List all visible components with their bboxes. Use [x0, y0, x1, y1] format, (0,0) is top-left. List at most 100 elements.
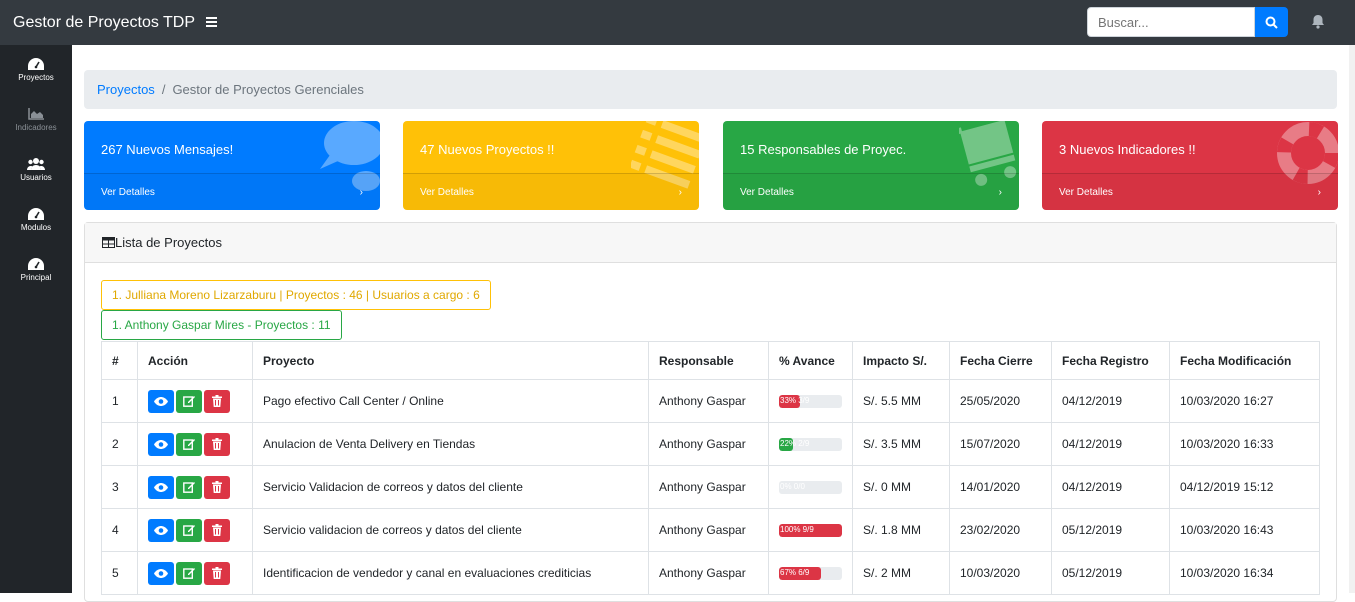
row-avance: 67% 6/9 — [768, 551, 853, 595]
view-button[interactable] — [148, 432, 174, 456]
row-proyecto: Identificacion de vendedor y canal en ev… — [252, 551, 649, 595]
area-chart-icon — [28, 108, 44, 120]
row-proyecto: Pago efectivo Call Center / Online — [252, 379, 649, 423]
delete-button[interactable] — [204, 432, 230, 456]
breadcrumb-link-proyectos[interactable]: Proyectos — [97, 82, 155, 97]
details-label: Ver Detalles — [420, 186, 474, 198]
tachometer-icon — [28, 258, 44, 270]
card-title: 15 Responsables de Proyec. — [740, 142, 907, 157]
projects-panel: Lista de Proyectos 1. Julliana Moreno Li… — [84, 222, 1337, 602]
projects-table: # Acción Proyecto Responsable % Avance I… — [101, 341, 1320, 595]
view-button[interactable] — [148, 389, 174, 413]
edit-button[interactable] — [176, 518, 202, 542]
row-avance: 33% 3/9 — [768, 379, 853, 423]
row-fecha-cierre: 25/05/2020 — [949, 379, 1052, 423]
delete-button[interactable] — [204, 389, 230, 413]
progress-label: 67% 6/9 — [780, 567, 810, 577]
row-avance: 0% 0/0 — [768, 465, 853, 509]
edit-button[interactable] — [176, 389, 202, 413]
card-proyectos: 47 Nuevos Proyectos !! Ver Detalles › — [403, 121, 699, 210]
progress-bar: 0% 0/0 — [779, 480, 842, 494]
row-impacto: S/. 0 MM — [852, 465, 950, 509]
trash-icon — [212, 481, 222, 493]
col-proyecto: Proyecto — [252, 341, 649, 380]
row-proyecto: Anulacion de Venta Delivery en Tiendas — [252, 422, 649, 466]
view-button[interactable] — [148, 518, 174, 542]
table-row: 1 Pago efectivo Call Center / Online Ant… — [101, 379, 1320, 423]
sidebar-item-principal[interactable]: Principal — [0, 245, 72, 295]
sidebar-item-proyectos[interactable]: Proyectos — [0, 45, 72, 95]
row-fecha-cierre: 15/07/2020 — [949, 422, 1052, 466]
edit-icon — [183, 525, 195, 536]
tachometer-icon — [28, 58, 44, 70]
scrollbar[interactable] — [1349, 45, 1355, 593]
row-fecha-cierre: 10/03/2020 — [949, 551, 1052, 595]
panel-header: Lista de Proyectos — [85, 223, 1336, 263]
bell-icon[interactable] — [1311, 14, 1325, 34]
row-fecha-registro: 05/12/2019 — [1051, 508, 1170, 552]
card-responsables: 15 Responsables de Proyec. Ver Detalles › — [723, 121, 1019, 210]
search-form — [1087, 7, 1288, 37]
table-row: 4 Servicio validacion de correos y datos… — [101, 508, 1320, 552]
card-details-link[interactable]: Ver Detalles › — [1042, 173, 1338, 210]
edit-button[interactable] — [176, 432, 202, 456]
app-title[interactable]: Gestor de Proyectos TDP — [13, 14, 195, 32]
row-fecha-modificacion: 10/03/2020 16:34 — [1169, 551, 1320, 595]
edit-button[interactable] — [176, 561, 202, 585]
col-impacto: Impacto S/. — [852, 341, 950, 380]
edit-button[interactable] — [176, 475, 202, 499]
delete-button[interactable] — [204, 561, 230, 585]
search-button[interactable] — [1255, 7, 1288, 37]
progress-label: 0% 0/0 — [780, 481, 805, 491]
sidebar-item-label: Indicadores — [15, 123, 57, 132]
card-details-link[interactable]: Ver Detalles › — [723, 173, 1019, 210]
eye-icon — [154, 568, 168, 578]
alert-responsable-summary: 1. Anthony Gaspar Mires - Proyectos : 11 — [101, 310, 342, 340]
progress-label: 100% 9/9 — [780, 524, 814, 534]
trash-icon — [212, 395, 222, 407]
table-row: 5 Identificacion de vendedor y canal en … — [101, 551, 1320, 595]
trash-icon — [212, 524, 222, 536]
details-label: Ver Detalles — [740, 186, 794, 198]
top-navbar: Gestor de Proyectos TDP — [0, 0, 1355, 45]
row-impacto: S/. 2 MM — [852, 551, 950, 595]
row-num: 2 — [101, 422, 138, 466]
chevron-right-icon: › — [359, 186, 363, 198]
search-input[interactable] — [1087, 7, 1255, 37]
sidebar-item-label: Principal — [20, 273, 52, 282]
row-actions — [137, 551, 253, 595]
eye-icon — [154, 525, 168, 535]
users-icon — [27, 158, 45, 170]
delete-button[interactable] — [204, 518, 230, 542]
card-details-link[interactable]: Ver Detalles › — [403, 173, 699, 210]
sidebar-item-indicadores[interactable]: Indicadores — [0, 95, 72, 145]
row-impacto: S/. 1.8 MM — [852, 508, 950, 552]
delete-button[interactable] — [204, 475, 230, 499]
panel-title: Lista de Proyectos — [115, 235, 222, 250]
edit-icon — [183, 396, 195, 407]
details-label: Ver Detalles — [1059, 186, 1113, 198]
row-num: 3 — [101, 465, 138, 509]
view-button[interactable] — [148, 475, 174, 499]
card-title: 3 Nuevos Indicadores !! — [1059, 142, 1196, 157]
progress-label: 22% 2/9 — [780, 438, 810, 448]
card-details-link[interactable]: Ver Detalles › — [84, 173, 380, 210]
breadcrumb-separator: / — [161, 82, 166, 97]
row-responsable: Anthony Gaspar — [648, 508, 769, 552]
row-fecha-cierre: 23/02/2020 — [949, 508, 1052, 552]
sidebar-item-modulos[interactable]: Modulos — [0, 195, 72, 245]
sidebar-item-usuarios[interactable]: Usuarios — [0, 145, 72, 195]
col-responsable: Responsable — [648, 341, 769, 380]
row-fecha-registro: 04/12/2019 — [1051, 465, 1170, 509]
row-actions — [137, 422, 253, 466]
row-responsable: Anthony Gaspar — [648, 422, 769, 466]
eye-icon — [154, 439, 168, 449]
sidebar: Proyectos Indicadores Usuarios Modulos P… — [0, 45, 72, 593]
row-responsable: Anthony Gaspar — [648, 465, 769, 509]
menu-toggle-icon[interactable] — [206, 14, 217, 31]
eye-icon — [154, 396, 168, 406]
card-title: 267 Nuevos Mensajes! — [101, 142, 234, 157]
breadcrumb-current: Gestor de Proyectos Gerenciales — [172, 82, 364, 97]
view-button[interactable] — [148, 561, 174, 585]
edit-icon — [183, 482, 195, 493]
